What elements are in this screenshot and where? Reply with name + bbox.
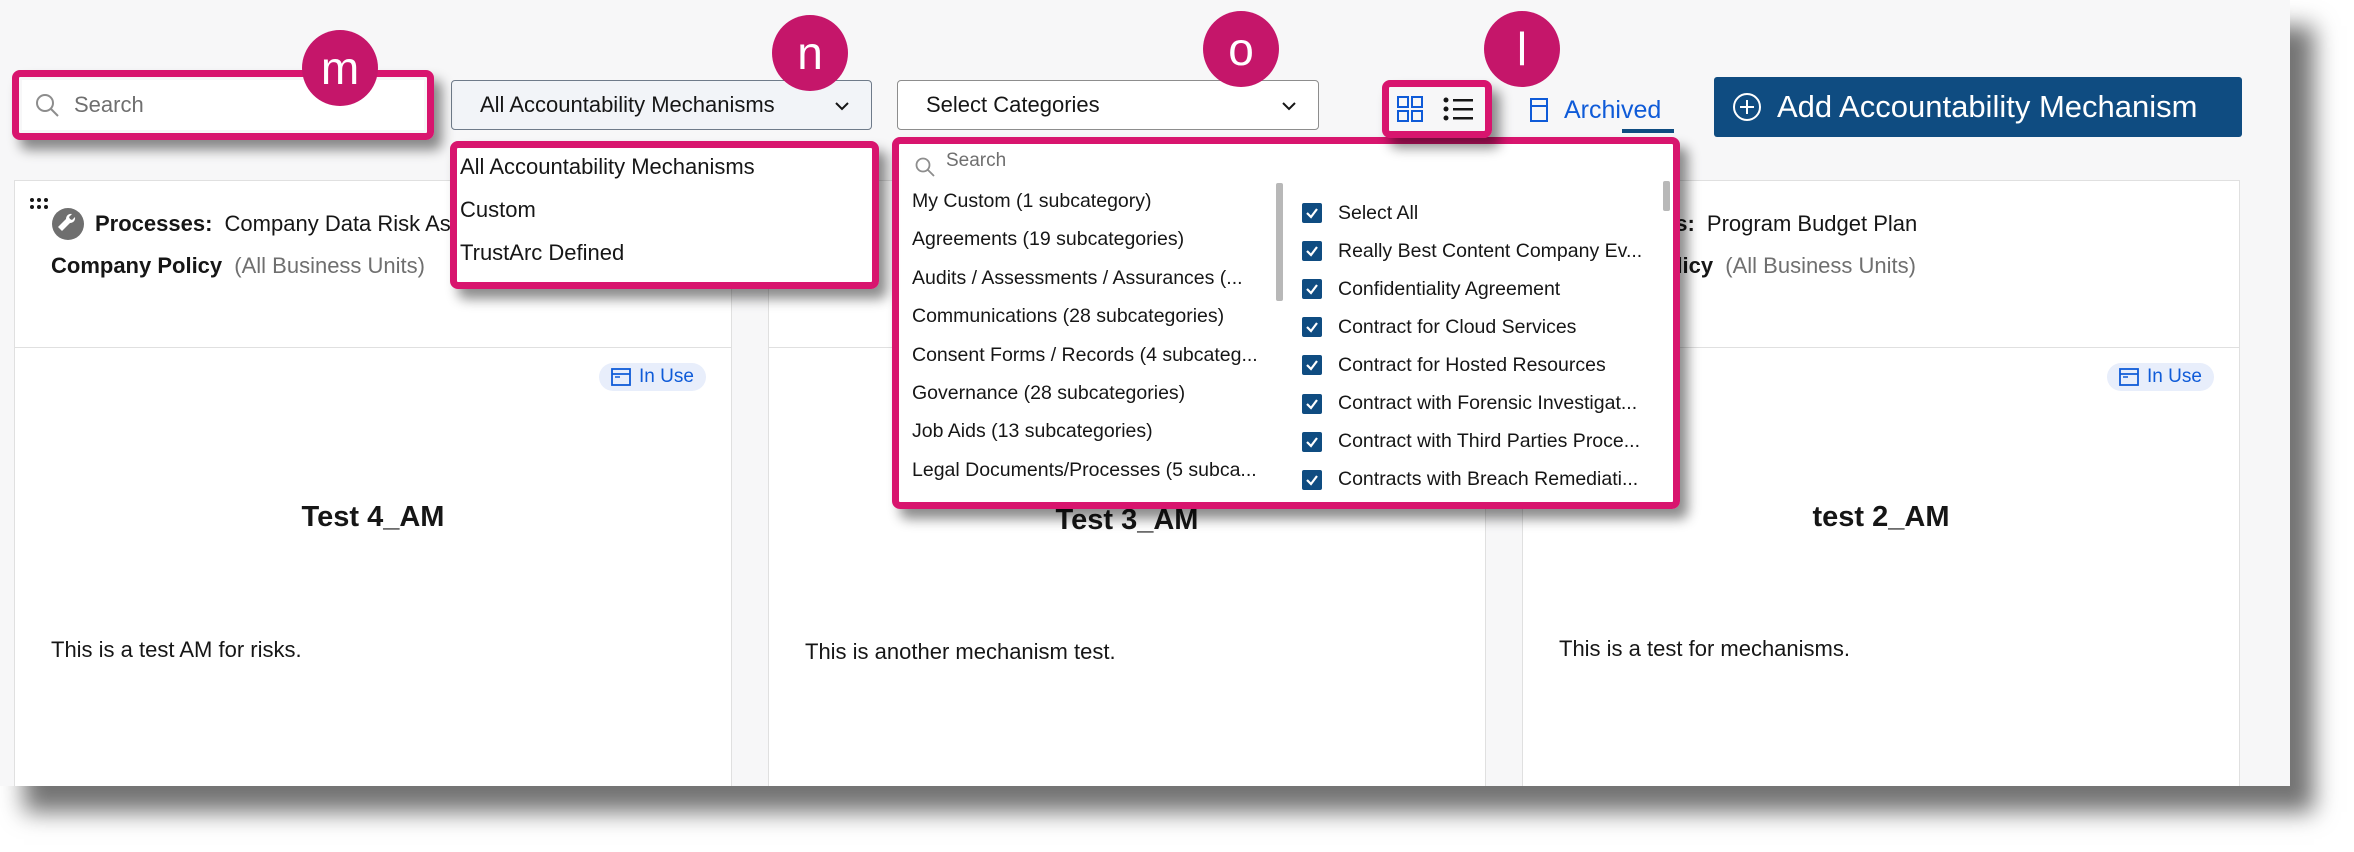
policy-row: olicy (All Business Units) xyxy=(1663,253,1916,279)
chevron-down-icon xyxy=(1282,102,1296,111)
policy-name: Company Policy xyxy=(51,253,223,278)
mechanism-filter-value: All Accountability Mechanisms xyxy=(480,92,775,117)
add-circle-icon xyxy=(1733,93,1761,121)
callout-badge: o xyxy=(1203,11,1279,87)
callout-badge: l xyxy=(1484,11,1560,87)
wrench-icon xyxy=(52,208,84,240)
status-label: In Use xyxy=(2147,366,2202,387)
add-mechanism-label: Add Accountability Mechanism xyxy=(1777,89,2198,124)
callout-highlight-category-dropdown xyxy=(892,137,1680,509)
document-icon xyxy=(611,368,631,386)
status-label: In Use xyxy=(639,366,694,387)
document-icon xyxy=(2119,368,2139,386)
processes-row: Processes: Company Data Risk Asse xyxy=(95,211,475,237)
processes-label: Processes: xyxy=(95,211,213,236)
processes-row: es: Program Budget Plan xyxy=(1663,211,1917,237)
chevron-down-icon xyxy=(835,102,849,111)
callout-badge: n xyxy=(772,15,848,91)
callout-highlight-mechanism-menu xyxy=(450,141,879,289)
card-title: Test 4_AM xyxy=(301,501,445,533)
processes-value: Program Budget Plan xyxy=(1706,211,1918,236)
card-description: This is a test AM for risks. xyxy=(51,637,302,662)
policy-scope: (All Business Units) xyxy=(1725,253,1916,278)
callout-highlight-view-toggle xyxy=(1382,80,1492,138)
category-filter-value: Select Categories xyxy=(926,92,1100,117)
status-badge: In Use xyxy=(2107,363,2214,391)
app-screen: Search All Accountability Mechanisms Sel… xyxy=(0,0,2290,786)
policy-scope: (All Business Units) xyxy=(234,253,425,278)
callout-badge: m xyxy=(302,30,378,106)
policy-row: Company Policy (All Business Units) xyxy=(51,253,425,279)
archived-underline xyxy=(1622,129,1674,133)
archived-link[interactable]: Archived xyxy=(1528,88,1661,132)
card-description: This is a test for mechanisms. xyxy=(1559,636,1850,661)
add-mechanism-button[interactable]: Add Accountability Mechanism xyxy=(1714,77,2242,137)
card-description: This is another mechanism test. xyxy=(805,639,1116,664)
processes-value: Company Data Risk Asse xyxy=(224,211,474,236)
archived-label: Archived xyxy=(1564,95,1662,124)
category-filter-select[interactable]: Select Categories xyxy=(897,80,1319,130)
card-divider xyxy=(15,347,731,348)
status-badge: In Use xyxy=(599,363,706,391)
drag-handle-icon[interactable] xyxy=(29,197,51,211)
archive-icon xyxy=(1530,98,1548,122)
